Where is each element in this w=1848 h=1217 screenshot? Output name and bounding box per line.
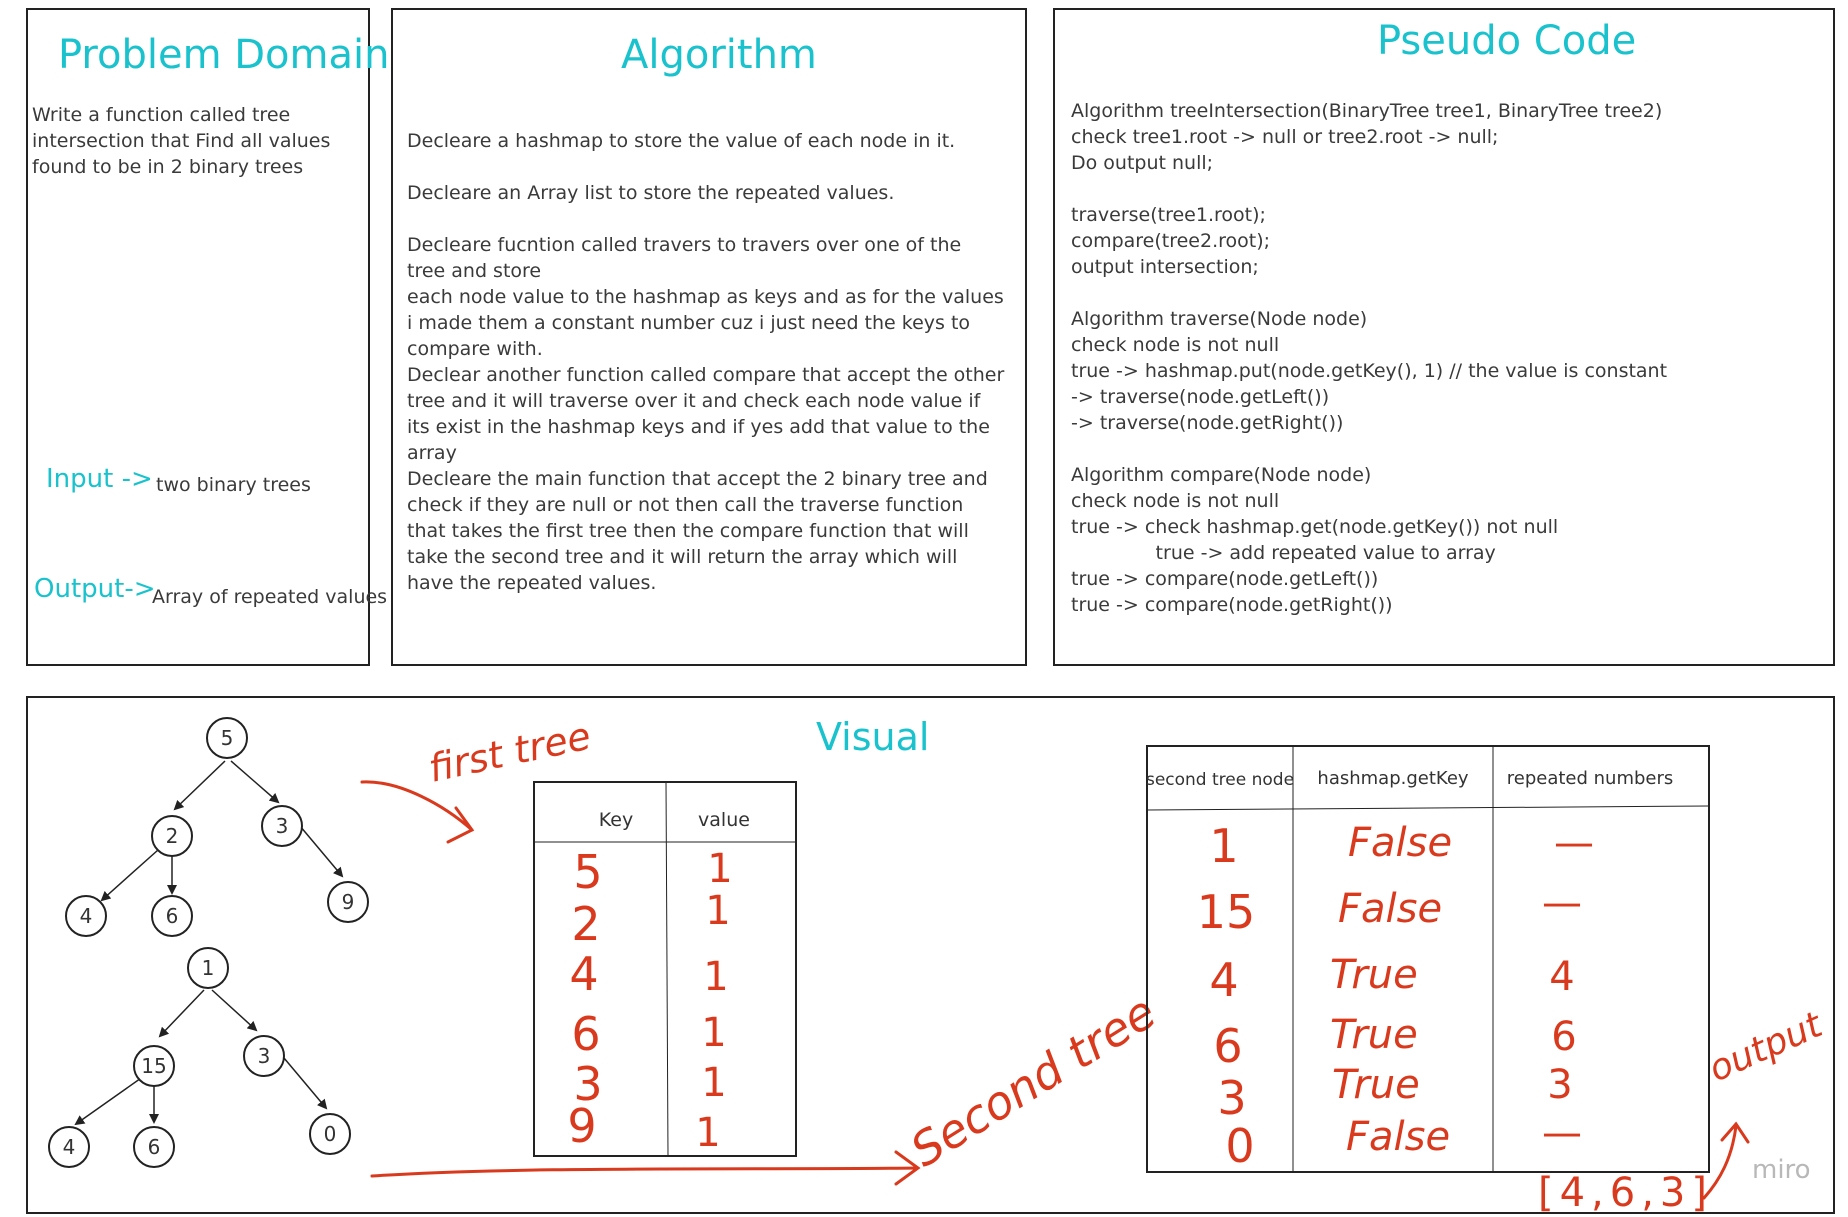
hashmap-value: 1	[705, 888, 730, 934]
compare-getkey: False	[1348, 820, 1452, 866]
tree2-label-0: 0	[324, 1122, 337, 1146]
hashmap-value: 1	[701, 1010, 726, 1056]
compare-node: 3	[1217, 1071, 1246, 1125]
compare-getkey: False	[1338, 886, 1442, 932]
compare-repeated: —	[1542, 880, 1582, 926]
hashmap-header-key: Key	[599, 809, 633, 831]
hashmap-value: 1	[695, 1110, 720, 1156]
tree1-label-6: 6	[166, 904, 179, 928]
compare-getkey: True	[1332, 1062, 1420, 1108]
first-tree-label: first tree	[425, 714, 595, 791]
tree2-edges	[74, 989, 328, 1126]
first-tree-arrow	[360, 780, 475, 844]
compare-node: 1	[1209, 819, 1238, 873]
hashmap-key: 9	[567, 1099, 596, 1153]
second-tree-label: Second tree	[901, 984, 1165, 1177]
compare-header-node: second tree node	[1146, 770, 1294, 790]
tree1-edges	[100, 760, 344, 902]
hashmap-key: 6	[571, 1007, 600, 1061]
tree1-label-4: 4	[80, 904, 93, 928]
tree2-label-6: 6	[148, 1135, 161, 1159]
hashmap-header-value: value	[698, 809, 750, 831]
result-array: [4,6,3]	[1538, 1170, 1713, 1216]
compare-getkey: True	[1330, 1012, 1418, 1058]
compare-getkey: True	[1330, 952, 1418, 998]
compare-repeated: 6	[1551, 1014, 1576, 1060]
tree2-nodes	[48, 947, 351, 1168]
visual-title: Visual	[816, 715, 929, 759]
compare-header-getkey: hashmap.getKey	[1317, 768, 1468, 789]
tree1-label-5: 5	[221, 726, 234, 750]
hashmap-key: 2	[571, 897, 600, 951]
miro-watermark: miro	[1752, 1155, 1811, 1185]
compare-repeated: 3	[1547, 1062, 1572, 1108]
hashmap-key: 4	[569, 947, 598, 1001]
hashmap-value: 1	[701, 1060, 726, 1106]
tree2-label-3: 3	[258, 1044, 271, 1068]
hashmap-key: 5	[573, 845, 602, 899]
compare-getkey: False	[1346, 1114, 1450, 1160]
output-annotation: output	[1703, 1004, 1830, 1091]
compare-node: 4	[1209, 953, 1238, 1007]
compare-repeated: —	[1542, 1110, 1582, 1156]
visual-diagram: Visual 5 2 3 4 6 9 1 15 3 4 6 0 first tr…	[48, 714, 1830, 1216]
tree2-label-4: 4	[63, 1135, 76, 1159]
tree1-nodes	[65, 717, 369, 937]
tree2-label-1: 1	[202, 956, 215, 980]
tree1-label-9: 9	[342, 890, 355, 914]
hashmap-value: 1	[707, 846, 732, 892]
tree1-label-3: 3	[276, 814, 289, 838]
compare-node: 0	[1225, 1119, 1254, 1173]
hashmap-value: 1	[703, 954, 728, 1000]
tree1-label-2: 2	[166, 824, 179, 848]
compare-node: 15	[1197, 885, 1256, 939]
tree2-label-15: 15	[141, 1054, 166, 1078]
compare-header-repeated: repeated numbers	[1507, 768, 1674, 789]
compare-node: 6	[1213, 1019, 1242, 1073]
compare-repeated: 4	[1549, 954, 1574, 1000]
compare-repeated: —	[1554, 820, 1594, 866]
